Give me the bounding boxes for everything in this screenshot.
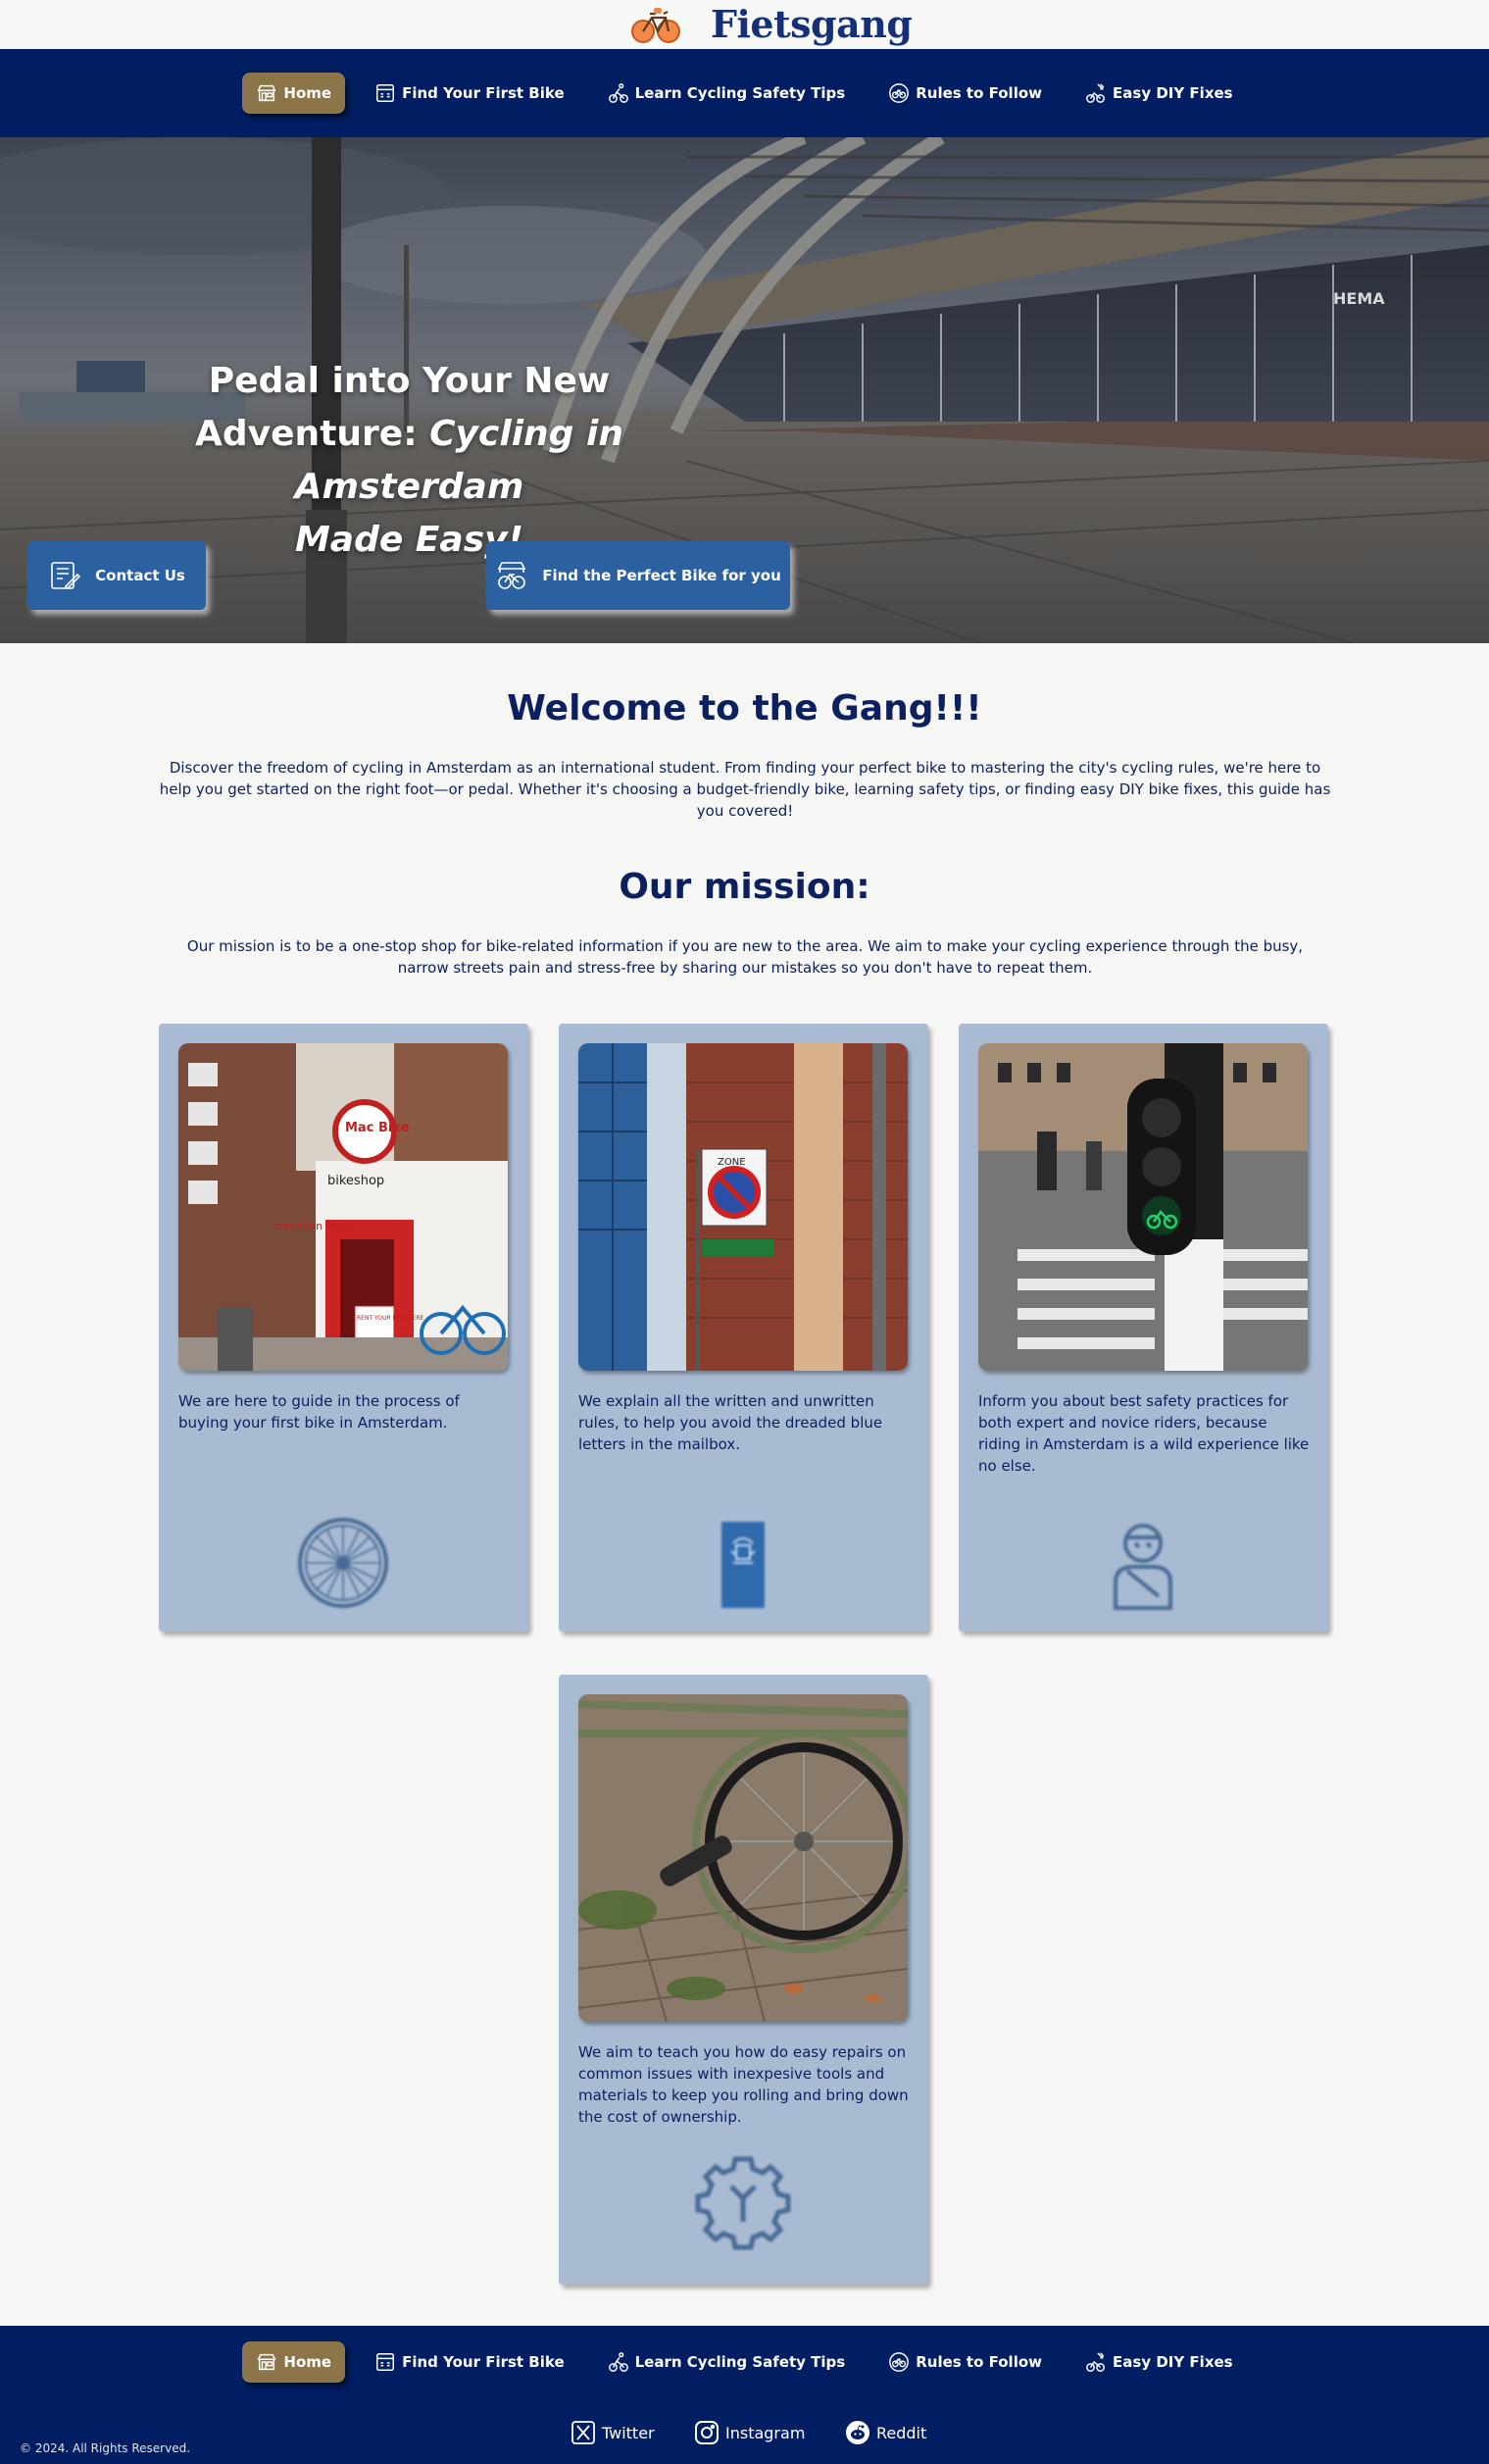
nav-safety-tips[interactable]: Learn Cycling Safety Tips <box>594 73 860 114</box>
card-buy-bike: Mac Bike bikeshop travel on bikes RENT Y… <box>159 1024 528 1632</box>
hero-title: Pedal into Your New Adventure: Cycling i… <box>88 355 730 567</box>
footer-nav-safety-tips-label: Learn Cycling Safety Tips <box>634 2353 846 2371</box>
reddit-label: Reddit <box>876 2423 927 2442</box>
card-buy-bike-text: We are here to guide in the process of b… <box>178 1392 460 1432</box>
reddit-link[interactable]: Reddit <box>845 2420 926 2445</box>
bike-wrench-icon <box>1086 2352 1105 2372</box>
nav-rules-label: Rules to Follow <box>916 84 1043 102</box>
hero-banner: HEMA Pedal into Your New Adventure: Cycl… <box>0 137 1489 643</box>
price-tag-icon <box>376 84 395 102</box>
contact-form-icon <box>51 562 81 590</box>
bike-wheel-icon <box>298 1518 388 1608</box>
mission-heading: Our mission: <box>619 867 870 907</box>
footer-nav-rules-label: Rules to Follow <box>916 2353 1043 2371</box>
nav-diy-fixes[interactable]: Easy DIY Fixes <box>1071 73 1247 114</box>
card-diy-text: We aim to teach you how do easy repairs … <box>578 2043 909 2126</box>
government-letter-icon <box>721 1522 765 1608</box>
welcome-heading: Welcome to the Gang!!! <box>507 688 982 729</box>
copyright-text: © 2024. All Rights Reserved. <box>20 2441 191 2455</box>
footer-nav-rules[interactable]: Rules to Follow <box>874 2341 1056 2383</box>
twitter-label: Twitter <box>602 2423 655 2442</box>
welcome-text: Discover the freedom of cycling in Amste… <box>159 759 1331 820</box>
footer-nav-home[interactable]: Home <box>242 2341 346 2383</box>
main-nav: Home Find Your First Bike Learn Cycling … <box>0 49 1489 137</box>
reddit-icon <box>846 2421 869 2444</box>
footer-nav-safety-tips[interactable]: Learn Cycling Safety Tips <box>594 2341 860 2383</box>
card-safety-text: Inform you about best safety practices f… <box>978 1392 1310 1475</box>
nav-home-label: Home <box>283 84 332 102</box>
bikeshop-banner: bikeshop <box>327 1174 384 1188</box>
find-bike-button[interactable]: Find the Perfect Bike for you <box>486 541 790 610</box>
bike-badge-icon <box>889 2352 910 2372</box>
bicycle-logo-icon[interactable] <box>630 4 681 45</box>
brand-header: Fietsgang <box>0 0 1489 49</box>
footer-nav-diy-fixes-label: Easy DIY Fixes <box>1113 2353 1233 2371</box>
hero-title-line1: Pedal into Your New <box>208 361 611 401</box>
nav-home[interactable]: Home <box>242 73 346 114</box>
bike-badge-icon <box>889 83 910 103</box>
footer-nav-diy-fixes[interactable]: Easy DIY Fixes <box>1071 2341 1247 2383</box>
x-twitter-icon <box>571 2421 595 2444</box>
shop-tagline: travel on bikes <box>274 1220 354 1232</box>
site-title[interactable]: Fietsgang <box>711 0 913 49</box>
cyclist-icon <box>608 2352 628 2372</box>
nav-find-first-bike-label: Find Your First Bike <box>402 84 565 102</box>
nav-find-first-bike[interactable]: Find Your First Bike <box>361 73 578 114</box>
injured-person-icon <box>1114 1524 1172 1610</box>
footer-nav: Home Find Your First Bike Learn Cycling … <box>0 2326 1489 2398</box>
nav-safety-tips-label: Learn Cycling Safety Tips <box>634 84 846 102</box>
card-safety: Inform you about best safety practices f… <box>959 1024 1328 1632</box>
bike-wheel-photo <box>578 1694 908 2022</box>
bike-wrench-icon <box>1086 83 1105 103</box>
rent-board: RENT YOUR BIKE HERE <box>357 1315 424 1322</box>
storefront-icon <box>258 84 276 102</box>
footer-nav-home-label: Home <box>283 2353 332 2371</box>
find-bike-label: Find the Perfect Bike for you <box>542 567 781 584</box>
mission-text: Our mission is to be a one-stop shop for… <box>186 937 1304 977</box>
hema-sign: HEMA <box>1333 289 1385 308</box>
bike-shop-icon <box>497 562 526 589</box>
nav-diy-fixes-label: Easy DIY Fixes <box>1113 84 1233 102</box>
card-rules: ZONE We explain all the written and unwr… <box>559 1024 928 1632</box>
bike-traffic-light-photo <box>978 1043 1308 1371</box>
gear-wrench-icon <box>695 2156 791 2250</box>
instagram-icon <box>695 2421 719 2444</box>
card-diy: We aim to teach you how do easy repairs … <box>559 1675 928 2285</box>
mac-bike-sign: Mac Bike <box>345 1121 410 1135</box>
storefront-icon <box>258 2353 276 2371</box>
no-parking-sign-photo: ZONE <box>578 1043 908 1371</box>
footer-nav-find-first-bike[interactable]: Find Your First Bike <box>361 2341 578 2383</box>
footer: © 2024. All Rights Reserved. Twitter Ins… <box>0 2398 1489 2464</box>
instagram-link[interactable]: Instagram <box>694 2420 805 2445</box>
price-tag-icon <box>376 2353 395 2371</box>
nav-rules[interactable]: Rules to Follow <box>874 73 1056 114</box>
cyclist-icon <box>608 83 628 103</box>
twitter-link[interactable]: Twitter <box>571 2420 655 2445</box>
instagram-label: Instagram <box>725 2423 806 2442</box>
card-rules-text: We explain all the written and unwritten… <box>578 1392 883 1453</box>
contact-us-button[interactable]: Contact Us <box>27 541 206 610</box>
footer-nav-find-first-bike-label: Find Your First Bike <box>402 2353 565 2371</box>
bike-shop-photo: Mac Bike bikeshop travel on bikes RENT Y… <box>178 1043 508 1371</box>
hero-title-line2: Adventure: <box>195 414 430 454</box>
contact-us-label: Contact Us <box>95 567 185 584</box>
